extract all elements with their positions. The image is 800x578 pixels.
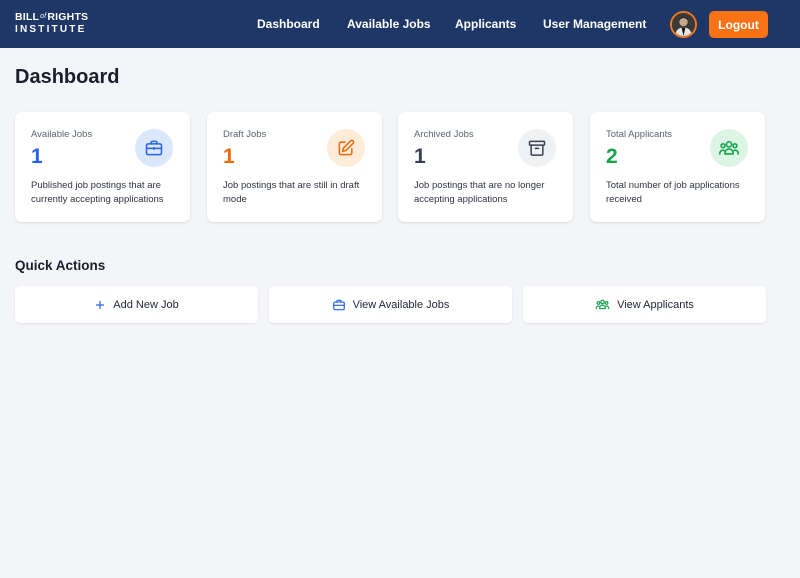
plus-icon	[96, 300, 105, 309]
stat-value: 2	[606, 145, 618, 168]
stat-description: Job postings that are still in draft mod…	[223, 180, 360, 205]
nav-link-applicants[interactable]: Applicants	[455, 17, 516, 31]
view-applicants-button[interactable]: View Applicants	[523, 286, 766, 323]
logo-word-of: of	[40, 13, 47, 20]
briefcase-icon	[135, 129, 173, 167]
brand-logo[interactable]: BILLofRIGHTS INSTITUTE	[15, 12, 88, 36]
stat-description: Job postings that are no longer acceptin…	[414, 180, 545, 205]
view-available-jobs-button[interactable]: View Available Jobs	[269, 286, 512, 323]
page-title: Dashboard	[15, 66, 120, 88]
stat-description: Total number of job applications receive…	[606, 180, 740, 205]
stat-value: 1	[414, 145, 426, 168]
quick-actions-title: Quick Actions	[15, 258, 106, 273]
action-label: View Applicants	[617, 298, 694, 311]
stat-label: Draft Jobs	[223, 129, 267, 140]
stat-label: Archived Jobs	[414, 129, 474, 140]
action-label: Add New Job	[113, 298, 179, 311]
stat-card-total-applicants[interactable]: Total Applicants 2 Total number of job a…	[590, 112, 765, 222]
logo-line-1: BILLofRIGHTS	[15, 12, 88, 24]
edit-icon	[327, 129, 365, 167]
stat-value: 1	[223, 145, 235, 168]
stat-value: 1	[31, 145, 43, 168]
logo-word-bill: BILL	[15, 11, 40, 23]
top-navbar: BILLofRIGHTS INSTITUTE Dashboard Availab…	[0, 0, 800, 48]
briefcase-icon	[332, 299, 345, 310]
users-icon	[710, 129, 748, 167]
stat-card-available-jobs[interactable]: Available Jobs 1 Published job postings …	[15, 112, 190, 222]
nav-link-dashboard[interactable]: Dashboard	[257, 17, 320, 31]
user-avatar[interactable]	[670, 11, 697, 38]
action-label: View Available Jobs	[352, 298, 450, 311]
users-icon	[595, 299, 610, 310]
stat-card-archived-jobs[interactable]: Archived Jobs 1 Job postings that are no…	[398, 112, 573, 222]
add-new-job-button[interactable]: Add New Job	[15, 286, 258, 323]
nav-link-user-management[interactable]: User Management	[543, 17, 646, 31]
logo-line-2: INSTITUTE	[15, 24, 87, 35]
stat-label: Available Jobs	[31, 129, 93, 140]
nav-link-available-jobs[interactable]: Available Jobs	[347, 17, 431, 31]
stat-description: Published job postings that are currentl…	[31, 180, 164, 205]
stat-card-draft-jobs[interactable]: Draft Jobs 1 Job postings that are still…	[207, 112, 382, 222]
logout-button[interactable]: Logout	[709, 11, 768, 38]
logo-word-rights: RIGHTS	[47, 11, 89, 23]
archive-icon	[518, 129, 556, 167]
avatar-portrait-icon	[672, 13, 695, 36]
stat-label: Total Applicants	[606, 129, 673, 140]
